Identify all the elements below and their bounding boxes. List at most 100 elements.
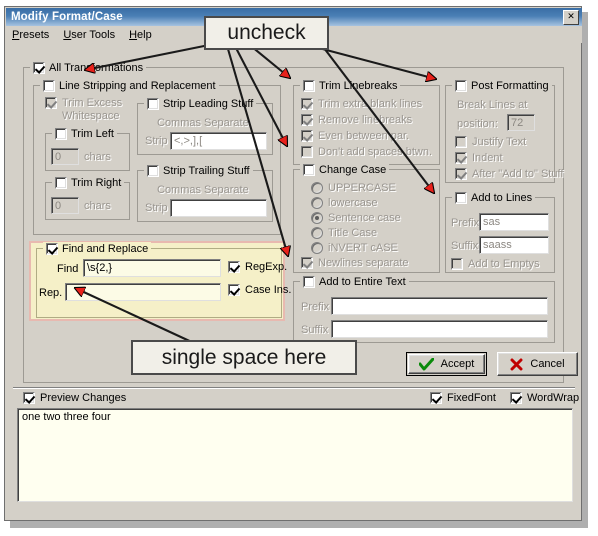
strip-leading-checkbox[interactable] — [147, 97, 159, 110]
replace-input[interactable] — [65, 283, 221, 301]
remove-linebreaks-row[interactable]: Remove linebreaks — [301, 114, 412, 126]
trim-left-caption[interactable]: Trim Left — [52, 127, 117, 140]
post-formatting-caption[interactable]: Post Formatting — [452, 79, 552, 92]
break-lines-at-row: Break Lines at — [457, 99, 527, 111]
add-to-lines-caption[interactable]: Add to Lines — [452, 191, 536, 204]
trim-extra-blank-lines-row[interactable]: Trim extra blank lines — [301, 98, 422, 110]
radio-sentence-case[interactable] — [311, 212, 323, 224]
fixed-font-row[interactable]: FixedFont — [430, 392, 496, 404]
strip-leading-label: Strip Leading Stuff — [163, 97, 254, 110]
indent-checkbox[interactable] — [455, 152, 467, 164]
add-to-lines-suffix-input[interactable]: saass — [479, 236, 549, 254]
preview-changes-checkbox[interactable] — [23, 392, 35, 404]
radio-uppercase-row[interactable]: UPPERCASE — [311, 182, 396, 194]
justify-text-row[interactable]: Justify Text — [455, 136, 526, 148]
justify-text-checkbox[interactable] — [455, 136, 467, 148]
trim-right-value[interactable]: 0 — [51, 197, 79, 214]
radio-lowercase-row[interactable]: lowercase — [311, 197, 378, 209]
radio-invert-case-row[interactable]: iNVERT cASE — [311, 242, 398, 254]
add-to-lines-checkbox[interactable] — [455, 191, 467, 204]
menu-help[interactable]: Help — [129, 29, 152, 41]
close-icon[interactable]: ✕ — [563, 10, 579, 25]
trim-excess-whitespace-row[interactable]: Trim Excess Whitespace — [45, 97, 122, 123]
all-transformations-checkbox[interactable] — [33, 61, 45, 74]
even-between-par-checkbox[interactable] — [301, 130, 313, 142]
trim-linebreaks-checkbox[interactable] — [303, 79, 315, 92]
accept-button[interactable]: Accept — [406, 352, 487, 376]
trim-right-caption[interactable]: Trim Right — [52, 176, 125, 189]
radio-title-case-row[interactable]: Title Case — [311, 227, 377, 239]
strip-leading-caption[interactable]: Strip Leading Stuff — [144, 97, 257, 110]
line-stripping-caption[interactable]: Line Stripping and Replacement — [40, 79, 219, 92]
position-value[interactable]: 72 — [507, 114, 535, 131]
cancel-button[interactable]: Cancel — [497, 352, 578, 376]
change-case-caption[interactable]: Change Case — [300, 163, 390, 176]
line-stripping-checkbox[interactable] — [43, 79, 55, 92]
strip-trailing-hint-row: Commas Separate — [157, 184, 249, 196]
trim-left-value[interactable]: 0 — [51, 148, 79, 165]
post-formatting-checkbox[interactable] — [455, 79, 467, 92]
find-and-replace-caption[interactable]: Find and Replace — [43, 242, 152, 255]
case-ins-checkbox[interactable] — [228, 284, 240, 296]
find-and-replace-checkbox[interactable] — [46, 242, 58, 255]
trim-extra-blank-lines-checkbox[interactable] — [301, 98, 313, 110]
radio-lowercase[interactable] — [311, 197, 323, 209]
strip-trailing-caption[interactable]: Strip Trailing Stuff — [144, 164, 253, 177]
trim-left-label: Trim Left — [71, 127, 114, 140]
add-to-entire-text-checkbox[interactable] — [303, 275, 315, 288]
add-to-emptys-row[interactable]: Add to Emptys — [451, 258, 540, 270]
entire-text-suffix-input[interactable] — [331, 320, 548, 338]
trim-left-checkbox[interactable] — [55, 127, 67, 140]
change-case-checkbox[interactable] — [303, 163, 315, 176]
strip-trailing-input[interactable] — [170, 199, 267, 217]
preview-changes-row[interactable]: Preview Changes — [23, 392, 126, 404]
after-add-to-stuff-row[interactable]: After "Add to" Stuff — [455, 168, 563, 180]
word-wrap-row[interactable]: WordWrap — [510, 392, 579, 404]
add-to-lines-prefix-input[interactable]: sas — [479, 213, 549, 231]
radio-invert-case[interactable] — [311, 242, 323, 254]
regexp-row[interactable]: RegExp. — [228, 261, 287, 273]
strip-leading-input[interactable]: <,>,],[ — [170, 132, 267, 150]
trim-right-label: Trim Right — [71, 176, 122, 189]
fixed-font-checkbox[interactable] — [430, 392, 442, 404]
dont-add-spaces-row[interactable]: Don't add spaces btwn. — [301, 146, 432, 158]
menu-presets[interactable]: Presets — [12, 29, 49, 41]
remove-linebreaks-checkbox[interactable] — [301, 114, 313, 126]
modify-format-case-window: Modify Format/Case ✕ Presets User Tools … — [4, 6, 582, 521]
entire-text-prefix-label: Prefix — [301, 301, 330, 313]
radio-invert-case-label: iNVERT cASE — [328, 242, 398, 254]
dont-add-spaces-checkbox[interactable] — [301, 146, 313, 158]
strip-trailing-checkbox[interactable] — [147, 164, 159, 177]
trim-left-units: chars — [84, 151, 111, 163]
trim-linebreaks-caption[interactable]: Trim Linebreaks — [300, 79, 401, 92]
radio-uppercase[interactable] — [311, 182, 323, 194]
all-transformations-caption[interactable]: All Transformations — [30, 61, 147, 74]
word-wrap-checkbox[interactable] — [510, 392, 522, 404]
radio-sentence-case-row[interactable]: Sentence case — [311, 212, 401, 224]
menu-user-tools[interactable]: User Tools — [63, 29, 115, 41]
trim-right-units: chars — [84, 200, 111, 212]
newlines-separate-checkbox[interactable] — [301, 257, 313, 269]
change-case-label: Change Case — [319, 163, 387, 176]
preview-text-area[interactable]: one two three four — [17, 408, 573, 502]
screenshot-root: Modify Format/Case ✕ Presets User Tools … — [0, 0, 598, 536]
trim-right-checkbox[interactable] — [55, 176, 67, 189]
even-between-par-row[interactable]: Even between par. — [301, 130, 409, 142]
trim-linebreaks-label: Trim Linebreaks — [319, 79, 398, 92]
after-add-to-stuff-checkbox[interactable] — [455, 168, 467, 180]
add-to-lines-suffix-label-row: Suffix — [451, 240, 478, 252]
regexp-checkbox[interactable] — [228, 261, 240, 273]
indent-row[interactable]: Indent — [455, 152, 503, 164]
find-input[interactable]: \s{2,} — [83, 259, 221, 277]
window-title: Modify Format/Case — [11, 11, 123, 23]
entire-text-prefix-input[interactable] — [331, 297, 548, 315]
all-transformations-label: All Transformations — [49, 61, 144, 74]
add-to-entire-text-caption[interactable]: Add to Entire Text — [300, 275, 409, 288]
trim-excess-whitespace-checkbox[interactable] — [45, 97, 57, 109]
newlines-separate-row[interactable]: Newlines separate — [301, 257, 409, 269]
case-ins-row[interactable]: Case Ins. — [228, 284, 291, 296]
add-to-lines-suffix-label: Suffix — [451, 240, 479, 252]
radio-title-case[interactable] — [311, 227, 323, 239]
dont-add-spaces-label: Don't add spaces btwn. — [318, 146, 433, 158]
add-to-emptys-checkbox[interactable] — [451, 258, 463, 270]
